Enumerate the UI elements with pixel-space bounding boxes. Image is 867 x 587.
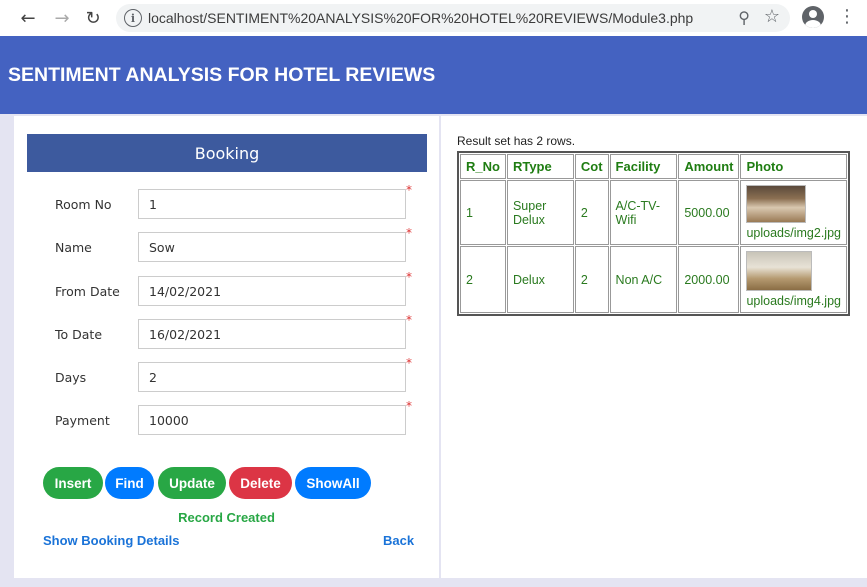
cell-r-no: 2 [460, 246, 506, 313]
required-mark: * [406, 313, 412, 327]
update-button[interactable]: Update [158, 467, 226, 499]
column-header: Photo [740, 154, 847, 179]
column-header: Facility [609, 154, 678, 179]
to-date-input[interactable] [138, 319, 406, 349]
column-header: Cot [574, 154, 609, 179]
find-button[interactable]: Find [105, 467, 154, 499]
bookmark-star-icon[interactable]: ☆ [764, 6, 780, 27]
column-header: RType [506, 154, 574, 179]
cell-amount: 2000.00 [678, 246, 740, 313]
photo-path: uploads/img4.jpg [746, 294, 841, 308]
to-date-row: To Date * [14, 313, 439, 349]
required-mark: * [406, 356, 412, 370]
payment-input[interactable] [138, 405, 406, 435]
reload-icon[interactable]: ↻ [81, 6, 105, 30]
table-row: 1 Super Delux 2 A/C-TV-Wifi 5000.00 uplo… [460, 180, 847, 245]
cell-amount: 5000.00 [678, 180, 740, 245]
table-row: 2 Delux 2 Non A/C 2000.00 uploads/img4.j… [460, 246, 847, 313]
app-header: SENTIMENT ANALYSIS FOR HOTEL REVIEWS [0, 36, 867, 114]
payment-row: Payment * [14, 399, 439, 435]
booking-title: Booking [27, 134, 427, 172]
payment-label: Payment [55, 413, 110, 428]
days-label: Days [55, 370, 87, 385]
url-text: localhost/SENTIMENT%20ANALYSIS%20FOR%20H… [148, 10, 694, 26]
status-message: Record Created [178, 510, 275, 525]
insert-button[interactable]: Insert [43, 467, 103, 499]
back-arrow-icon[interactable]: ← [16, 6, 40, 30]
menu-kebab-icon[interactable]: ⋮ [838, 6, 856, 27]
cell-rtype: Delux [506, 246, 574, 313]
showall-button[interactable]: ShowAll [295, 467, 371, 499]
days-input[interactable] [138, 362, 406, 392]
required-mark: * [406, 270, 412, 284]
cell-cot: 2 [574, 246, 609, 313]
back-link[interactable]: Back [383, 533, 414, 548]
cell-facility: A/C-TV-Wifi [609, 180, 678, 245]
required-mark: * [406, 183, 412, 197]
results-panel: Result set has 2 rows. R_No RType Cot Fa… [441, 116, 867, 578]
room-photo-thumbnail [746, 251, 813, 291]
page-title: SENTIMENT ANALYSIS FOR HOTEL REVIEWS [8, 64, 436, 86]
photo-path: uploads/img2.jpg [746, 226, 841, 240]
from-date-input[interactable] [138, 276, 406, 306]
cell-photo: uploads/img2.jpg [740, 180, 847, 245]
show-booking-details-link[interactable]: Show Booking Details [43, 533, 180, 548]
cell-r-no: 1 [460, 180, 506, 245]
browser-toolbar: ← → ↻ i localhost/SENTIMENT%20ANALYSIS%2… [0, 0, 867, 36]
column-header: R_No [460, 154, 506, 179]
info-icon[interactable]: i [124, 9, 142, 27]
table-header-row: R_No RType Cot Facility Amount Photo [460, 154, 847, 179]
room-no-row: Room No * [14, 183, 439, 219]
from-date-row: From Date * [14, 270, 439, 306]
to-date-label: To Date [55, 327, 103, 342]
result-caption: Result set has 2 rows. [457, 134, 576, 148]
name-input[interactable] [138, 232, 406, 262]
name-row: Name * [14, 226, 439, 262]
zoom-icon[interactable]: ⚲ [738, 8, 750, 27]
room-no-input[interactable] [138, 189, 406, 219]
delete-button[interactable]: Delete [229, 467, 292, 499]
from-date-label: From Date [55, 284, 120, 299]
cell-cot: 2 [574, 180, 609, 245]
cell-photo: uploads/img4.jpg [740, 246, 847, 313]
cell-facility: Non A/C [609, 246, 678, 313]
profile-avatar-icon[interactable] [802, 6, 824, 28]
room-no-label: Room No [55, 197, 112, 212]
booking-panel: Booking Room No * Name * From Date * To … [14, 116, 439, 578]
forward-arrow-icon[interactable]: → [50, 6, 74, 30]
required-mark: * [406, 399, 412, 413]
required-mark: * [406, 226, 412, 240]
days-row: Days * [14, 356, 439, 392]
results-table: R_No RType Cot Facility Amount Photo 1 S… [457, 151, 850, 316]
cell-rtype: Super Delux [506, 180, 574, 245]
column-header: Amount [678, 154, 740, 179]
room-photo-thumbnail [746, 185, 807, 223]
address-bar[interactable]: i localhost/SENTIMENT%20ANALYSIS%20FOR%2… [116, 4, 790, 32]
name-label: Name [55, 240, 92, 255]
